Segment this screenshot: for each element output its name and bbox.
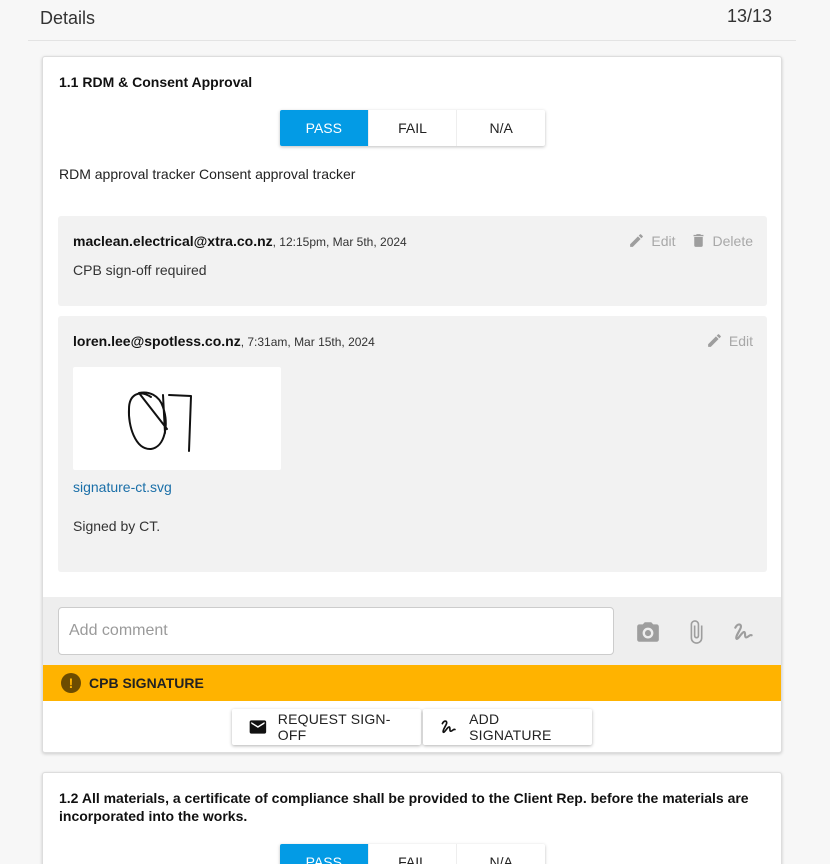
signature-icon: [441, 720, 456, 734]
page-title: Details: [40, 8, 96, 28]
fail-option[interactable]: FAIL: [369, 110, 458, 146]
na-option[interactable]: N/A: [457, 110, 545, 146]
fail-option[interactable]: FAIL: [369, 844, 458, 864]
delete-label: Delete: [712, 232, 753, 249]
pencil-icon: [708, 334, 721, 347]
item-title: 1.2 All materials, a certificate of comp…: [59, 790, 749, 824]
result-toggle: PASS FAIL N/A: [280, 110, 545, 146]
request-sign-off-label: REQUEST SIGN-OFF: [277, 711, 391, 743]
comment-body: Signed by CT.: [73, 518, 161, 534]
edit-label: Edit: [651, 232, 676, 249]
signature-button[interactable]: [731, 619, 757, 645]
edit-label: Edit: [728, 332, 753, 349]
details-header: Details 13/13: [28, 0, 796, 41]
pass-option[interactable]: PASS: [280, 844, 369, 864]
comment-header: loren.lee@spotless.co.nz, 7:31am, Mar 15…: [73, 333, 375, 349]
alert-label: CPB SIGNATURE: [89, 675, 204, 691]
add-comment-input[interactable]: [58, 607, 614, 655]
alert-icon: !: [61, 673, 81, 693]
comment-time: , 12:15pm, Mar 5th, 2024: [272, 235, 407, 249]
camera-icon: [637, 622, 659, 642]
signature-alert-banner: ! CPB SIGNATURE: [43, 665, 781, 701]
comment-actions: Edit: [706, 332, 753, 349]
signature-drawing: [127, 391, 192, 452]
comment-bar: [43, 597, 781, 665]
camera-button[interactable]: [635, 619, 661, 645]
attach-button[interactable]: [683, 619, 709, 645]
comment-actions: Edit Delete: [628, 232, 753, 249]
item-counter: 13/13: [726, 6, 772, 26]
na-option[interactable]: N/A: [457, 844, 545, 864]
checklist-item-card: 1.1 RDM & Consent Approval PASS FAIL N/A…: [42, 56, 782, 753]
comment: loren.lee@spotless.co.nz, 7:31am, Mar 15…: [58, 316, 767, 572]
trash-icon: [693, 234, 703, 247]
comment-time: , 7:31am, Mar 15th, 2024: [240, 335, 375, 349]
comment-author: maclean.electrical@xtra.co.nz: [73, 233, 273, 249]
item-title: 1.1 RDM & Consent Approval: [59, 74, 253, 90]
comment-author: loren.lee@spotless.co.nz: [73, 333, 241, 349]
mail-icon: [249, 720, 267, 734]
checklist-item-card: 1.2 All materials, a certificate of comp…: [42, 772, 782, 864]
add-signature-button[interactable]: ADD SIGNATURE: [423, 709, 592, 745]
comment-header: maclean.electrical@xtra.co.nz, 12:15pm, …: [73, 233, 407, 249]
edit-button[interactable]: Edit: [706, 332, 753, 349]
attachment-link[interactable]: signature-ct.svg: [73, 479, 172, 495]
comment-body: CPB sign-off required: [73, 262, 207, 278]
edit-button[interactable]: Edit: [628, 232, 676, 249]
paperclip-icon: [690, 620, 703, 644]
pass-option[interactable]: PASS: [280, 110, 369, 146]
signature-icon: [734, 623, 753, 640]
item-description: RDM approval tracker Consent approval tr…: [59, 166, 356, 182]
result-toggle: PASS FAIL N/A: [280, 844, 545, 864]
pencil-icon: [630, 234, 644, 247]
signature-image[interactable]: [73, 367, 281, 470]
delete-button[interactable]: Delete: [690, 232, 753, 249]
comment: maclean.electrical@xtra.co.nz, 12:15pm, …: [58, 216, 767, 306]
add-signature-label: ADD SIGNATURE: [469, 711, 552, 743]
request-sign-off-button[interactable]: REQUEST SIGN-OFF: [232, 709, 421, 745]
